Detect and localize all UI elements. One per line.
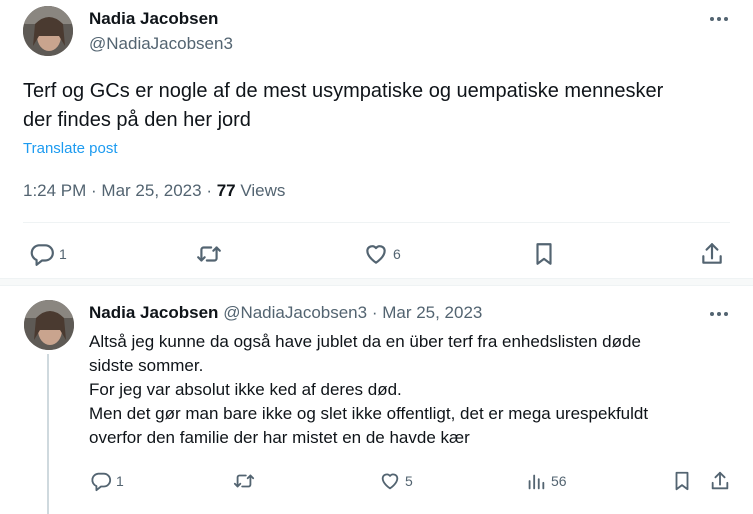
reply-avatar[interactable]	[24, 300, 74, 350]
author-name[interactable]: Nadia Jacobsen	[89, 9, 218, 29]
more-icon[interactable]	[710, 17, 728, 21]
post-text-line-2: der findes på den her jord	[23, 109, 251, 131]
avatar[interactable]	[23, 6, 73, 56]
retweet-button[interactable]	[195, 241, 223, 267]
reply-count: 1	[59, 246, 67, 262]
reply-reply-count: 1	[116, 473, 124, 489]
retweet-icon	[197, 246, 221, 262]
reply-like-button[interactable]: 5	[379, 470, 413, 492]
reply-views-button[interactable]: 56	[525, 470, 567, 492]
reply-icon	[30, 244, 54, 266]
post-text-line-1: Terf og GCs er nogle af de mest usympati…	[23, 80, 664, 102]
reply-text-line: Men det gør man bare ikke og slet ikke o…	[89, 404, 649, 423]
share-icon	[711, 471, 729, 490]
section-divider	[0, 285, 753, 286]
post-time[interactable]: 1:24 PM	[23, 181, 86, 200]
thread-line	[47, 354, 49, 514]
reply-like-count: 5	[405, 473, 413, 489]
like-button[interactable]: 6	[363, 241, 401, 267]
share-button[interactable]	[699, 241, 725, 267]
reply-text-line: Altså jeg kunne da også have jublet da e…	[89, 332, 641, 351]
author-handle[interactable]: @NadiaJacobsen3	[89, 34, 233, 54]
reply-text-line: sidste sommer.	[89, 356, 204, 375]
reply-button[interactable]: 1	[29, 241, 67, 267]
share-icon	[702, 243, 722, 264]
reply-header: Nadia Jacobsen @NadiaJacobsen3 · Mar 25,…	[89, 303, 483, 322]
reply-icon	[91, 472, 112, 492]
reply-share-button[interactable]	[709, 470, 731, 492]
reply-date[interactable]: Mar 25, 2023	[382, 303, 482, 322]
reply-reply-button[interactable]: 1	[90, 470, 124, 492]
views-count: 77	[216, 181, 236, 200]
like-count: 6	[393, 246, 401, 262]
like-icon	[381, 473, 399, 490]
reply-text-line: For jeg var absolut ikke ked af deres dø…	[89, 380, 402, 399]
retweet-icon	[233, 474, 255, 488]
bookmark-button[interactable]	[531, 241, 557, 267]
reply-text-line: overfor den familie der har mistet en de…	[89, 428, 470, 447]
translate-link[interactable]: Translate post	[23, 140, 118, 157]
more-icon[interactable]	[710, 312, 728, 316]
post-date[interactable]: Mar 25, 2023	[101, 181, 201, 200]
views-icon	[528, 474, 545, 490]
reply-retweet-button[interactable]	[232, 470, 256, 492]
reply-handle[interactable]: @NadiaJacobsen3	[223, 303, 367, 322]
reply-author-name[interactable]: Nadia Jacobsen	[89, 303, 218, 322]
reply-text: Altså jeg kunne da også have jublet da e…	[89, 330, 648, 450]
divider	[23, 222, 730, 223]
bookmark-icon	[536, 243, 552, 265]
like-icon	[366, 245, 386, 264]
reply-bookmark-button[interactable]	[671, 470, 693, 492]
post-meta: 1:24 PM · Mar 25, 2023 · 77 Views	[23, 181, 286, 200]
reply-views-count: 56	[551, 473, 567, 489]
views-label: Views	[240, 181, 286, 200]
bookmark-icon	[675, 471, 689, 491]
